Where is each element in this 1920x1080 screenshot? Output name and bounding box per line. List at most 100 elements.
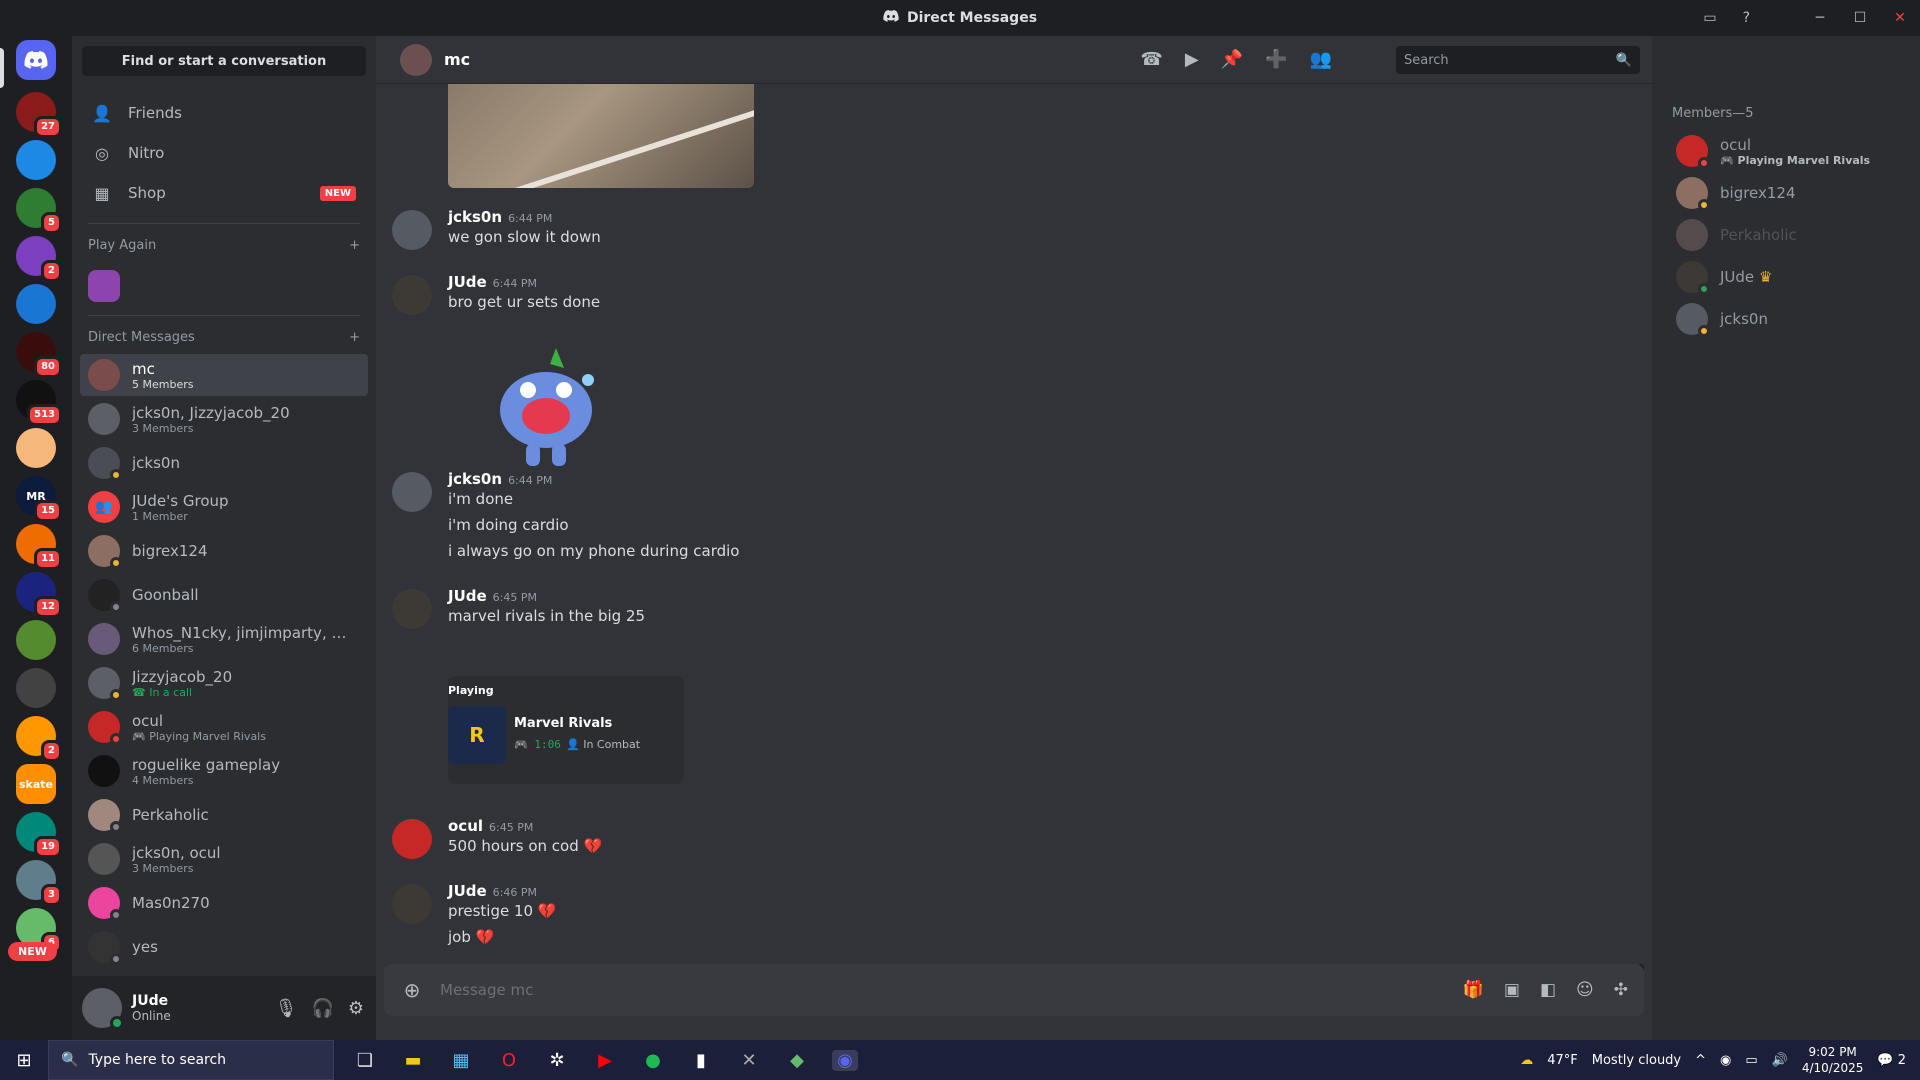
windows-start-icon[interactable]: ⊞ xyxy=(0,1050,48,1071)
search-input[interactable]: Search 🔍 xyxy=(1396,46,1640,74)
dm-item[interactable]: mc 5 Members xyxy=(80,354,368,396)
help-icon[interactable]: ? xyxy=(1743,10,1750,26)
pin-icon[interactable]: 📌 xyxy=(1221,49,1243,70)
inbox-icon[interactable]: ▭ xyxy=(1703,10,1716,26)
avatar[interactable] xyxy=(392,819,432,859)
avatar xyxy=(88,711,122,745)
dm-item[interactable]: Mas0n270 xyxy=(80,882,368,924)
dm-item[interactable]: 👥 JUde's Group 1 Member xyxy=(80,486,368,528)
spotify-icon[interactable]: ● xyxy=(640,1050,666,1071)
server-icon[interactable]: MR 15 xyxy=(16,476,62,522)
message-list: jcks0n 6:44 PM we gon slow it down JUde 6:… xyxy=(376,84,1652,984)
message-input[interactable]: Message mc xyxy=(440,981,533,999)
server-icon[interactable] xyxy=(16,620,56,660)
nav-friends[interactable]: 👤 Friends xyxy=(80,94,368,132)
microphone-icon[interactable]: 🎙 xyxy=(275,998,298,1019)
server-icon[interactable]: 11 xyxy=(16,524,62,570)
avatar[interactable] xyxy=(392,589,432,629)
member-item[interactable]: JUde ♛ xyxy=(1676,256,1916,298)
settings-gear-icon[interactable]: ⚙ xyxy=(348,998,364,1019)
weather-icon[interactable]: ☁ xyxy=(1520,1053,1533,1068)
headphones-icon[interactable]: 🎧 xyxy=(311,998,333,1019)
gift-icon[interactable]: 🎁 xyxy=(1463,980,1484,1000)
apps-icon[interactable]: ✣ xyxy=(1614,980,1628,1000)
server-icon[interactable] xyxy=(16,140,56,180)
server-icon[interactable]: 27 xyxy=(16,92,62,138)
play-again-game-icon[interactable] xyxy=(88,270,120,302)
volume-icon[interactable]: 🔊 xyxy=(1772,1053,1788,1068)
avatar[interactable] xyxy=(392,472,432,512)
chatgpt-icon[interactable]: ✲ xyxy=(544,1050,570,1071)
store-icon[interactable]: ▦ xyxy=(448,1050,474,1071)
nav-shop[interactable]: ▦ Shop NEW xyxy=(80,174,368,212)
avatar[interactable] xyxy=(392,884,432,924)
voice-call-icon[interactable]: ☎ xyxy=(1140,49,1162,70)
discord-taskbar-icon[interactable]: ◉ xyxy=(832,1049,858,1071)
member-item[interactable]: bigrex124 xyxy=(1676,172,1916,214)
activity-embed[interactable]: Playing R Marvel Rivals 🎮 1:06 👤 In Comb… xyxy=(448,676,684,784)
tray-app-icon[interactable]: ◉ xyxy=(1720,1053,1731,1068)
discord-home-icon[interactable] xyxy=(16,40,56,80)
user-avatar[interactable] xyxy=(82,988,124,1030)
notification-icon[interactable]: 💬 2 xyxy=(1877,1053,1906,1068)
add-icon[interactable]: + xyxy=(349,238,360,253)
server-icon[interactable] xyxy=(16,428,56,468)
minimize-button[interactable]: ─ xyxy=(1800,0,1840,36)
member-item[interactable]: ocul 🎮 Playing Marvel Rivals xyxy=(1676,130,1916,172)
member-item[interactable]: Perkaholic xyxy=(1676,214,1916,256)
server-icon[interactable]: skate xyxy=(16,764,56,804)
create-dm-icon[interactable]: + xyxy=(349,330,360,345)
sticker-image[interactable] xyxy=(486,340,606,480)
xbox-icon[interactable]: ✕ xyxy=(736,1050,762,1071)
dm-item[interactable]: Whos_N1cky, jimjimparty, Luc... 6 Members xyxy=(80,618,368,660)
task-view-icon[interactable]: ❏ xyxy=(352,1050,378,1071)
dm-item[interactable]: roguelike gameplay 4 Members xyxy=(80,750,368,792)
nav-nitro[interactable]: ◎ Nitro xyxy=(80,134,368,172)
file-explorer-icon[interactable]: ▬ xyxy=(400,1050,426,1071)
new-unreads-badge[interactable]: NEW xyxy=(8,942,57,961)
member-list-icon[interactable]: 👥 xyxy=(1310,49,1332,70)
server-icon[interactable]: 3 xyxy=(16,860,62,906)
opera-icon[interactable]: O xyxy=(496,1050,522,1071)
dm-item[interactable]: jcks0n, Jizzyjacob_20 3 Members xyxy=(80,398,368,440)
sticker-icon[interactable]: ◧ xyxy=(1540,980,1556,1000)
close-button[interactable]: ✕ xyxy=(1880,0,1920,36)
search-icon: 🔍 xyxy=(61,1052,79,1068)
avatar[interactable] xyxy=(392,275,432,315)
dm-item[interactable]: ocul 🎮 Playing Marvel Rivals xyxy=(80,706,368,748)
server-icon[interactable]: 19 xyxy=(16,812,62,858)
server-icon[interactable] xyxy=(16,668,56,708)
chevron-up-icon[interactable]: ^ xyxy=(1695,1053,1706,1068)
dm-item[interactable]: yes xyxy=(80,926,368,968)
dm-item[interactable]: jcks0n, ocul 3 Members xyxy=(80,838,368,880)
server-icon[interactable]: 80 xyxy=(16,332,62,378)
taskbar-search-input[interactable]: 🔍 Type here to search xyxy=(48,1040,334,1080)
add-friends-icon[interactable]: ➕ xyxy=(1265,49,1287,70)
call-of-duty-icon[interactable]: ▮ xyxy=(688,1050,714,1071)
network-icon[interactable]: ▭ xyxy=(1745,1053,1757,1068)
clock[interactable]: 9:02 PM 4/10/2025 xyxy=(1802,1044,1864,1076)
server-icon[interactable] xyxy=(16,284,56,324)
image-attachment[interactable] xyxy=(448,84,754,188)
find-conversation-button[interactable]: Find or start a conversation xyxy=(82,46,366,76)
emoji-icon[interactable]: ☺ xyxy=(1576,980,1594,1000)
dm-item[interactable]: Perkaholic xyxy=(80,794,368,836)
avatar[interactable] xyxy=(392,210,432,250)
server-icon[interactable]: 2 xyxy=(16,716,62,762)
server-icon[interactable]: 5 xyxy=(16,188,62,234)
add-attachment-icon[interactable]: ⊕ xyxy=(384,978,440,1002)
dm-item[interactable]: bigrex124 xyxy=(80,530,368,572)
gif-icon[interactable]: ▣ xyxy=(1504,980,1520,1000)
dm-item[interactable]: Jizzyjacob_20 ☎ In a call xyxy=(80,662,368,704)
message-composer[interactable]: ⊕ Message mc 🎁 ▣ ◧ ☺ ✣ xyxy=(384,964,1644,1016)
dm-item[interactable]: Goonball xyxy=(80,574,368,616)
server-icon[interactable]: 513 xyxy=(16,380,62,426)
minecraft-icon[interactable]: ◆ xyxy=(784,1050,810,1071)
dm-item[interactable]: jcks0n xyxy=(80,442,368,484)
youtube-icon[interactable]: ▶ xyxy=(592,1050,618,1071)
server-icon[interactable]: 2 xyxy=(16,236,62,282)
video-call-icon[interactable]: ▶ xyxy=(1185,49,1199,70)
server-icon[interactable]: 12 xyxy=(16,572,62,618)
maximize-button[interactable]: ☐ xyxy=(1840,0,1880,36)
member-item[interactable]: jcks0n xyxy=(1676,298,1916,340)
